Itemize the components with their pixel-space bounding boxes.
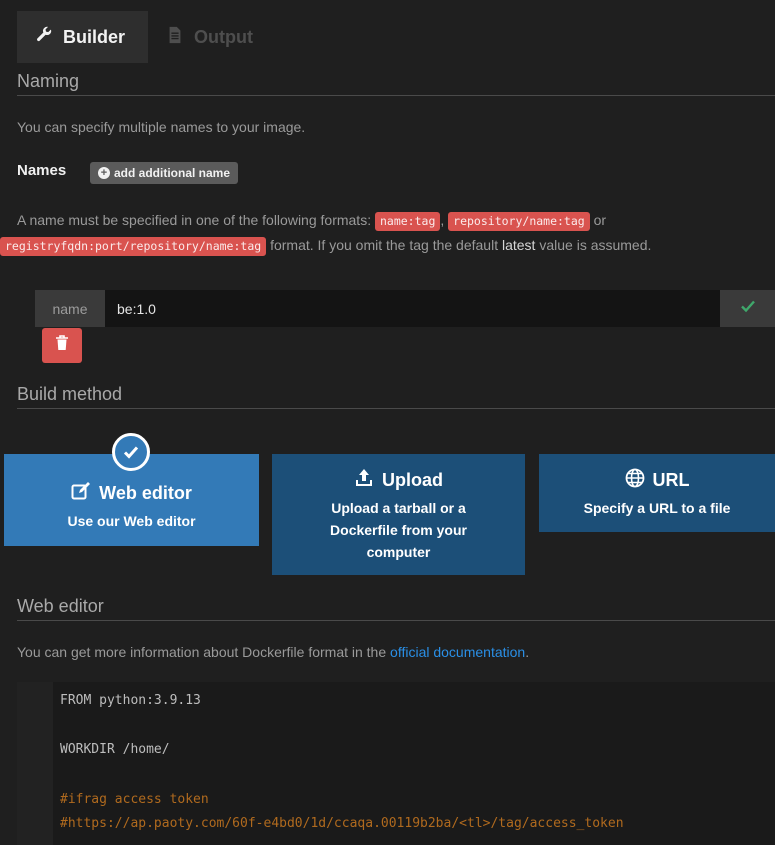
file-icon [166,26,184,49]
web-editor-card-description: Use our Web editor [67,513,196,529]
build-method-title: Build method [17,384,123,404]
web-editor-card-title: Web editor [99,483,192,503]
format-text-2: format. If you omit the tag the default [270,237,499,253]
web-editor-description: You can get more information about Docke… [17,644,529,660]
edit-icon [71,481,91,506]
url-card-description: Specify a URL to a file [583,500,731,516]
format-text-3: value is assumed. [539,237,652,253]
page: Builder Output Naming You can specify mu… [0,0,775,845]
official-documentation-link[interactable]: official documentation [390,644,525,660]
names-label: Names [17,162,67,179]
upload-desc-line-3: computer [366,544,431,560]
tab-output[interactable]: Output [148,11,273,63]
wrench-icon [35,26,53,49]
name-input[interactable] [105,290,720,327]
code-line: WORKDIR /home/ [60,742,170,757]
name-addon: name [35,290,105,327]
web-editor-divider [17,620,775,621]
naming-title: Naming [17,71,80,91]
web-editor-title: Web editor [17,596,104,616]
build-method-url[interactable]: URL Specify a URL to a file [539,454,775,532]
format-text: A name must be specified in one of the f… [17,212,372,228]
web-editor-description-period: . [525,644,530,660]
format-or: or [593,212,607,228]
tab-bar: Builder Output [17,11,273,63]
naming-description: You can specify multiple names to your i… [17,119,306,135]
add-name-label: add additional name [114,166,231,180]
dockerfile-editor[interactable]: FROM python:3.9.13 WORKDIR /home/ #ifrag… [17,682,775,845]
upload-card-description: Upload a tarball or a Dockerfile from yo… [272,497,525,563]
trash-icon [55,335,69,356]
code-line: #https://ap.paoty.com/60f-e4bd0/1d/ccaqa… [60,816,624,831]
editor-gutter [17,682,53,845]
delete-name-button[interactable] [42,328,82,363]
add-name-button[interactable]: + add additional name [90,162,239,184]
format-latest: latest [501,237,536,253]
upload-desc-line-2: Dockerfile from your [330,522,467,538]
build-method-upload[interactable]: Upload Upload a tarball or a Dockerfile … [272,454,525,575]
web-editor-description-text: You can get more information about Docke… [17,644,387,660]
code-line: #ifrag access token [60,792,209,807]
build-method-divider [17,408,775,409]
globe-icon [625,468,645,493]
upload-card-title: Upload [382,470,443,490]
format-badge-name-tag: name:tag [374,212,441,231]
upload-desc-line-1: Upload a tarball or a [331,500,466,516]
naming-divider [17,95,775,96]
upload-icon [354,468,374,493]
url-card-title: URL [652,470,690,490]
check-icon [740,298,756,319]
selected-check-icon [112,433,150,471]
name-input-group: name [35,290,775,327]
format-badge-repository: repository/name:tag [448,212,590,231]
format-separator: , [440,212,445,228]
tab-builder-label: Builder [63,26,126,47]
tab-output-label: Output [194,26,253,47]
code-line: FROM python:3.9.13 [60,693,201,708]
format-badge-registry: registryfqdn:port/repository/name:tag [0,237,267,256]
tab-builder[interactable]: Builder [17,11,148,63]
plus-circle-icon: + [98,167,110,179]
name-valid-indicator [720,290,775,327]
